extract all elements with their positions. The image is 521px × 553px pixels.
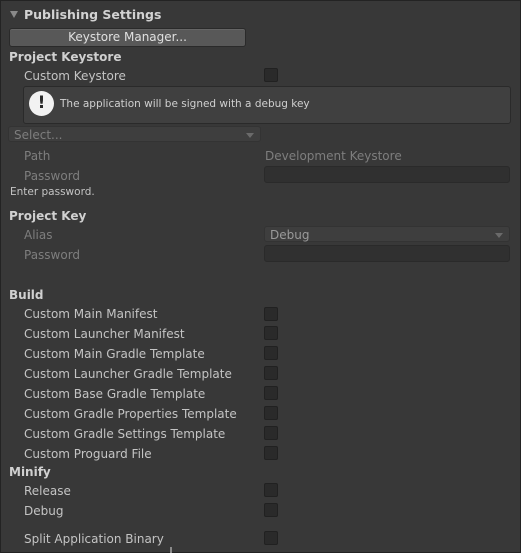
- resize-handle[interactable]: [170, 547, 172, 553]
- project-keystore-heading: Project Keystore: [9, 50, 122, 64]
- alias-dropdown[interactable]: Debug: [264, 226, 510, 242]
- custom-launcher-gradle-template-checkbox[interactable]: [264, 366, 278, 380]
- build-item-label: Custom Gradle Properties Template: [24, 407, 237, 421]
- key-password-field[interactable]: [264, 245, 510, 262]
- build-item-label: Custom Proguard File: [24, 447, 152, 461]
- build-item-label: Custom Main Gradle Template: [24, 347, 205, 361]
- build-heading: Build: [9, 288, 44, 302]
- custom-main-gradle-template-checkbox[interactable]: [264, 346, 278, 360]
- alias-label: Alias: [24, 228, 53, 242]
- build-item-label: Custom Gradle Settings Template: [24, 427, 226, 441]
- custom-launcher-manifest-checkbox[interactable]: [264, 326, 278, 340]
- keystore-password-label: Password: [24, 169, 81, 183]
- minify-release-checkbox[interactable]: [264, 483, 278, 497]
- minify-heading: Minify: [9, 465, 51, 479]
- minify-item-label: Debug: [24, 504, 64, 518]
- build-item-label: Custom Launcher Gradle Template: [24, 367, 232, 381]
- split-binary-checkbox[interactable]: [264, 531, 278, 545]
- custom-main-manifest-checkbox[interactable]: [264, 307, 278, 321]
- path-label: Path: [24, 149, 51, 163]
- build-item-label: Custom Base Gradle Template: [24, 387, 206, 401]
- chevron-down-icon: [495, 233, 503, 238]
- path-value: Development Keystore: [265, 149, 402, 163]
- enter-password-hint: Enter password.: [10, 186, 95, 198]
- key-password-label: Password: [24, 248, 81, 262]
- foldout-title: Publishing Settings: [24, 7, 162, 22]
- minify-item-label: Release: [24, 484, 71, 498]
- build-item-label: Custom Main Manifest: [24, 307, 158, 321]
- help-text: The application will be signed with a de…: [60, 98, 310, 110]
- keystore-select-dropdown[interactable]: Select...: [8, 126, 261, 142]
- debug-key-help-box: ! The application will be signed with a …: [23, 86, 511, 124]
- project-key-heading: Project Key: [9, 209, 87, 223]
- publishing-settings-foldout[interactable]: Publishing Settings: [10, 7, 161, 22]
- custom-gradle-properties-template-checkbox[interactable]: [264, 406, 278, 420]
- chevron-down-icon: [246, 133, 254, 138]
- custom-base-gradle-template-checkbox[interactable]: [264, 386, 278, 400]
- alias-value: Debug: [270, 228, 310, 242]
- build-item-label: Custom Launcher Manifest: [24, 327, 185, 341]
- custom-gradle-settings-template-checkbox[interactable]: [264, 426, 278, 440]
- custom-keystore-checkbox[interactable]: [264, 68, 278, 82]
- foldout-arrow-icon: [10, 11, 18, 18]
- custom-keystore-label: Custom Keystore: [24, 69, 126, 83]
- keystore-select-value: Select...: [14, 128, 63, 142]
- warning-icon: !: [29, 91, 54, 116]
- keystore-password-field[interactable]: [264, 166, 510, 183]
- keystore-manager-button[interactable]: Keystore Manager...: [9, 28, 246, 47]
- custom-proguard-file-checkbox[interactable]: [264, 446, 278, 460]
- split-binary-label: Split Application Binary: [24, 532, 164, 546]
- minify-debug-checkbox[interactable]: [264, 503, 278, 517]
